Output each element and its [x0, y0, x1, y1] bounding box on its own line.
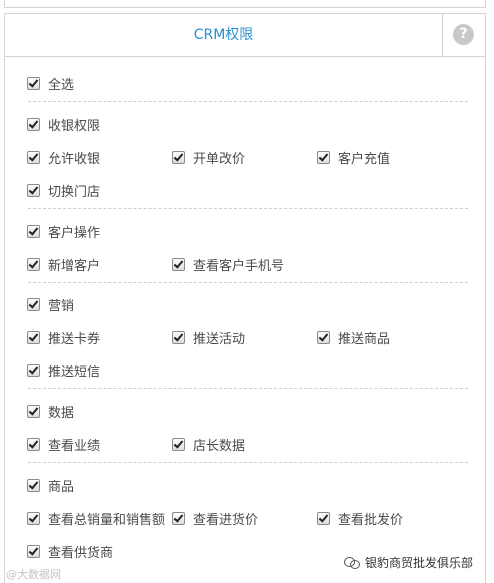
- permission-label: 切换门店: [48, 184, 101, 200]
- permission-checkbox[interactable]: 查看批发价: [317, 508, 403, 528]
- permission-label: 推送短信: [48, 364, 101, 380]
- group-checkbox-goods[interactable]: 商品: [27, 475, 74, 495]
- checkbox-checked-icon[interactable]: [317, 150, 330, 164]
- divider: [28, 208, 468, 209]
- group-label: 营销: [48, 298, 75, 314]
- checkbox-checked-icon[interactable]: [27, 76, 40, 90]
- checkbox-checked-icon[interactable]: [27, 183, 40, 197]
- checkbox-checked-icon[interactable]: [27, 257, 40, 271]
- permission-checkbox[interactable]: 查看业绩: [27, 434, 100, 454]
- checkbox-checked-icon[interactable]: [172, 257, 185, 271]
- permission-label: 店长数据: [193, 438, 246, 454]
- group-label: 商品: [48, 479, 75, 495]
- divider: [28, 388, 468, 389]
- checkbox-checked-icon[interactable]: [27, 437, 40, 451]
- permission-checkbox[interactable]: 查看供货商: [27, 541, 113, 561]
- previous-panel-edge: [4, 0, 486, 8]
- permission-label: 推送商品: [338, 331, 391, 347]
- divider: [28, 462, 468, 463]
- watermark-right-text: 银豹商贸批发俱乐部: [365, 555, 474, 570]
- checkbox-checked-icon[interactable]: [27, 117, 40, 131]
- divider: [28, 282, 468, 283]
- watermark-left: @大数据网: [6, 568, 61, 581]
- checkbox-checked-icon[interactable]: [317, 330, 330, 344]
- permission-label: 查看总销量和销售额: [48, 512, 166, 528]
- divider: [28, 101, 468, 102]
- select-all-checkbox[interactable]: 全选: [27, 73, 74, 93]
- watermark-right: 银豹商贸批发俱乐部: [344, 552, 473, 572]
- permission-label: 允许收银: [48, 151, 101, 167]
- permission-checkbox[interactable]: 客户充值: [317, 147, 390, 167]
- checkbox-checked-icon[interactable]: [172, 437, 185, 451]
- permission-label: 客户充值: [338, 151, 391, 167]
- permission-checkbox[interactable]: 查看进货价: [172, 508, 258, 528]
- permission-checkbox[interactable]: 推送卡券: [27, 327, 100, 347]
- permission-label: 查看客户手机号: [193, 258, 285, 274]
- permission-label: 查看批发价: [338, 512, 404, 528]
- permission-checkbox[interactable]: 店长数据: [172, 434, 245, 454]
- group-checkbox-marketing[interactable]: 营销: [27, 294, 74, 314]
- permission-checkbox[interactable]: 推送活动: [172, 327, 245, 347]
- checkbox-checked-icon[interactable]: [172, 150, 185, 164]
- permission-label: 新增客户: [48, 258, 101, 274]
- wechat-logo-icon: [344, 555, 360, 569]
- permission-label: 查看业绩: [48, 438, 101, 454]
- select-all-label: 全选: [48, 77, 75, 93]
- checkbox-checked-icon[interactable]: [27, 511, 40, 525]
- permission-label: 查看进货价: [193, 512, 259, 528]
- permission-checkbox[interactable]: 查看总销量和销售额: [27, 508, 165, 528]
- permission-checkbox[interactable]: 查看客户手机号: [172, 254, 284, 274]
- panel-title: CRM权限: [193, 27, 254, 43]
- help-button[interactable]: ?: [442, 14, 485, 56]
- permission-checkbox[interactable]: 推送商品: [317, 327, 390, 347]
- checkbox-checked-icon[interactable]: [27, 297, 40, 311]
- help-icon: ?: [453, 24, 474, 45]
- permission-label: 推送活动: [193, 331, 246, 347]
- permission-checkbox[interactable]: 新增客户: [27, 254, 100, 274]
- group-label: 数据: [48, 405, 75, 421]
- checkbox-checked-icon[interactable]: [27, 363, 40, 377]
- checkbox-checked-icon[interactable]: [317, 511, 330, 525]
- checkbox-checked-icon[interactable]: [27, 478, 40, 492]
- group-checkbox-customer[interactable]: 客户操作: [27, 221, 100, 241]
- checkbox-checked-icon[interactable]: [172, 330, 185, 344]
- group-label: 客户操作: [48, 225, 101, 241]
- group-label: 收银权限: [48, 118, 101, 134]
- checkbox-checked-icon[interactable]: [27, 150, 40, 164]
- permission-label: 查看供货商: [48, 545, 114, 561]
- permission-label: 推送卡券: [48, 331, 101, 347]
- crm-permissions-panel: CRM权限 ? 全选 收银权限 允许收银 开单改价 客户充值 切换门店 客户操作…: [4, 13, 486, 583]
- checkbox-checked-icon[interactable]: [27, 224, 40, 238]
- permission-checkbox[interactable]: 允许收银: [27, 147, 100, 167]
- permission-label: 开单改价: [193, 151, 246, 167]
- checkbox-checked-icon[interactable]: [27, 544, 40, 558]
- panel-header: CRM权限 ?: [5, 14, 485, 57]
- checkbox-checked-icon[interactable]: [27, 404, 40, 418]
- checkbox-checked-icon[interactable]: [172, 511, 185, 525]
- permissions-list: 全选 收银权限 允许收银 开单改价 客户充值 切换门店 客户操作 新增客户 查看…: [5, 57, 485, 583]
- checkbox-checked-icon[interactable]: [27, 330, 40, 344]
- permission-checkbox[interactable]: 切换门店: [27, 180, 100, 200]
- permission-checkbox[interactable]: 推送短信: [27, 360, 100, 380]
- permission-checkbox[interactable]: 开单改价: [172, 147, 245, 167]
- group-checkbox-cashier[interactable]: 收银权限: [27, 114, 100, 134]
- group-checkbox-data[interactable]: 数据: [27, 401, 74, 421]
